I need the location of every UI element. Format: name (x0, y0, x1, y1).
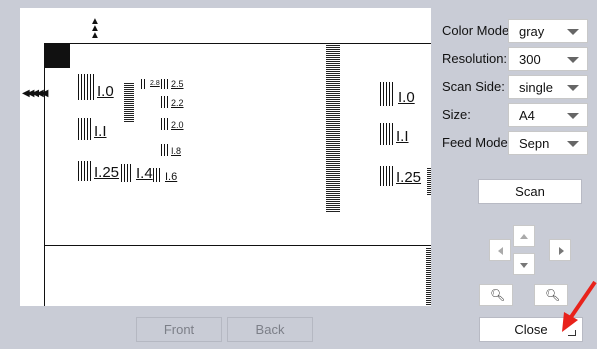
test-stripe-column (326, 45, 340, 213)
scan-side-label: Scan Side: (442, 79, 505, 94)
size-select[interactable]: A4 (508, 103, 588, 127)
document-left-edge (44, 43, 45, 306)
scan-side-row: Scan Side: single (442, 75, 592, 99)
resolution-target: I.8 (161, 144, 181, 156)
pointer-arrow-icon (562, 280, 597, 332)
size-value: A4 (519, 108, 535, 123)
chevron-down-icon (567, 29, 579, 35)
chevron-down-icon (567, 113, 579, 119)
zoom-out-button[interactable]: 🔍︎ (479, 284, 513, 306)
color-mode-value: gray (519, 24, 545, 39)
pan-right-button[interactable] (549, 239, 571, 261)
close-button-label: Close (514, 322, 548, 337)
document-fold-line (44, 245, 431, 246)
scan-side-value: single (519, 80, 553, 95)
color-mode-select[interactable]: gray (508, 19, 588, 43)
resolution-row: Resolution: 300 (442, 47, 592, 71)
feed-mode-label: Feed Mode: (442, 135, 512, 150)
scan-preview: ▲ ▲ ▲ ◀◀◀◀◀ I.0 I.I I.25 I.4 I.6 I.8 2.0… (20, 8, 431, 306)
chevron-left-icon (498, 247, 503, 255)
resolution-target: 2.0 (161, 118, 184, 130)
chevron-down-icon (567, 141, 579, 147)
scan-dialog: ▲ ▲ ▲ ◀◀◀◀◀ I.0 I.I I.25 I.4 I.6 I.8 2.0… (0, 0, 597, 349)
resolution-target: I.4 (121, 164, 153, 182)
resolution-label: Resolution: (442, 51, 508, 66)
resolution-target: I.25 (78, 161, 119, 181)
test-stripe-edge (426, 248, 431, 306)
feed-mode-select[interactable]: Sepn (508, 131, 588, 155)
feed-mode-row: Feed Mode: Sepn (442, 131, 592, 155)
color-mode-label: Color Mode: (442, 23, 513, 38)
resolution-target: 2.8 (141, 79, 160, 89)
chevron-right-icon (559, 247, 564, 255)
document-top-edge (44, 43, 431, 44)
test-stripe-edge-upper (427, 168, 431, 196)
resolution-value: 300 (519, 52, 541, 67)
pan-left-button[interactable] (489, 239, 511, 261)
zoom-out-icon: 🔍︎ (490, 288, 506, 302)
chevron-down-icon (567, 57, 579, 63)
arrow-up-marker-icon: ▲ ▲ ▲ (90, 16, 100, 41)
resolution-target: I.I (380, 123, 409, 145)
resolution-target: 2.5 (161, 79, 184, 89)
resolution-target: I.25 (380, 166, 421, 186)
back-button[interactable]: Back (227, 317, 313, 342)
resolution-target: I.I (78, 118, 107, 140)
scan-side-select[interactable]: single (508, 75, 588, 99)
registration-mark (44, 43, 70, 68)
pan-down-button[interactable] (513, 253, 535, 275)
feed-mode-value: Sepn (519, 136, 550, 151)
size-label: Size: (442, 107, 471, 122)
resolution-select[interactable]: 300 (508, 47, 588, 71)
pan-up-button[interactable] (513, 225, 535, 247)
color-mode-row: Color Mode: gray (442, 19, 592, 43)
size-row: Size: A4 (442, 103, 592, 127)
resolution-target: I.0 (380, 82, 415, 106)
chevron-up-icon (520, 234, 528, 239)
front-button[interactable]: Front (136, 317, 222, 342)
resolution-target: 2.2 (161, 96, 184, 108)
arrow-left-marker-icon: ◀◀◀◀◀ (22, 88, 49, 99)
zoom-in-icon: 🔍︎ (545, 288, 561, 302)
resolution-target: I.0 (78, 74, 114, 100)
resolution-target: I.6 (153, 168, 177, 183)
micro-targets (124, 83, 134, 123)
scan-button[interactable]: Scan (478, 179, 582, 204)
settings-panel: Color Mode: gray Resolution: 300 Scan Si… (436, 8, 596, 306)
chevron-down-icon (520, 263, 528, 268)
chevron-down-icon (567, 85, 579, 91)
